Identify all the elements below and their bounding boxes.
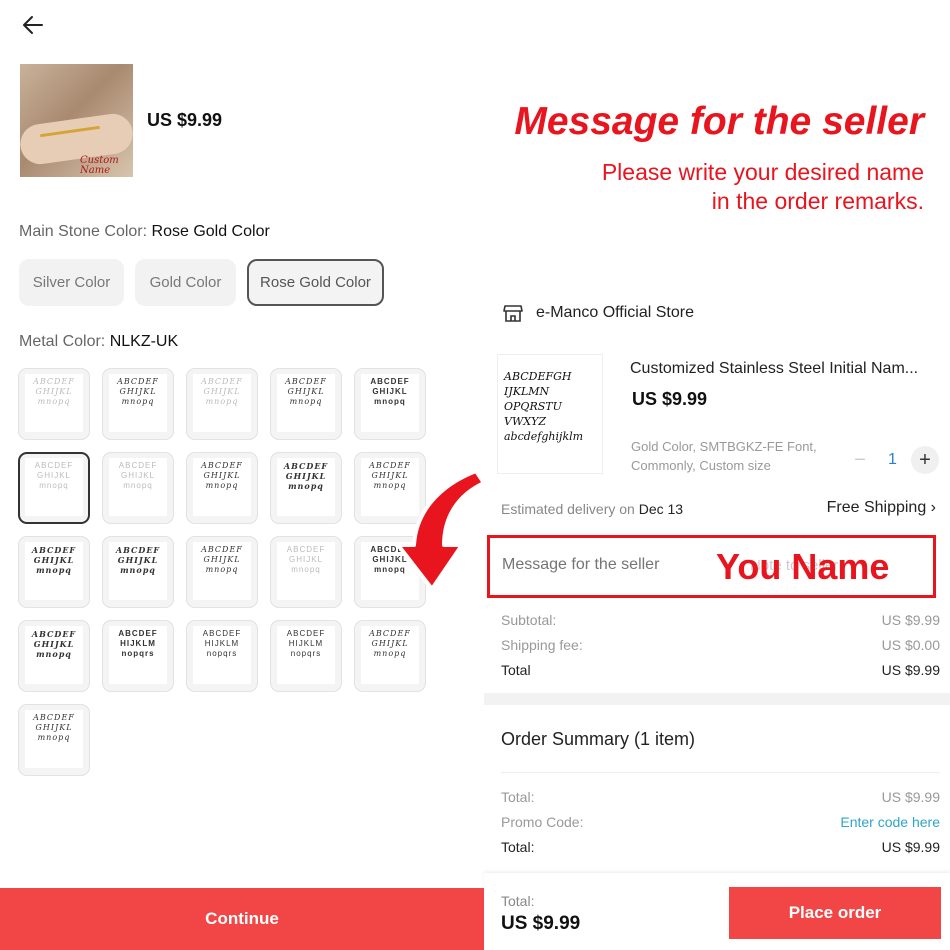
shipping-fee-value: US $0.00	[881, 637, 940, 653]
example-name-overlay: You Name	[716, 546, 890, 587]
decrement-button[interactable]: −	[846, 446, 874, 474]
shipping-label: Free Shipping	[826, 499, 927, 516]
delivery-estimate: Estimated delivery on Dec 13	[501, 501, 683, 517]
quantity-value: 1	[888, 451, 897, 468]
main-stone-label: Main Stone Color:	[19, 223, 148, 240]
delivery-prefix: Estimated delivery on	[501, 501, 635, 517]
summary-total2-value: US $9.99	[881, 839, 940, 855]
chevron-right-icon: ›	[930, 499, 936, 516]
place-order-button[interactable]: Place order	[729, 887, 941, 939]
bottom-total-value: US $9.99	[501, 913, 581, 934]
summary-total2-label: Total:	[501, 839, 535, 855]
seller-message-box: Note to seller You Name	[487, 535, 936, 598]
main-stone-label-row: Main Stone Color: Rose Gold Color	[19, 223, 270, 241]
font-swatch[interactable]: ABCDEF GHIJKL mnopq	[102, 536, 174, 608]
product-price: US $9.99	[632, 389, 708, 409]
order-summary-title: Order Summary (1 item)	[501, 729, 696, 749]
font-swatch[interactable]: ABCDEF GHIJKL mnopq	[18, 368, 90, 440]
total-label: Total	[501, 662, 531, 678]
metal-value: NLKZ-UK	[109, 333, 179, 350]
font-swatch[interactable]: ABCDEF HIJKLM nopqrs	[270, 620, 342, 692]
metal-label-row: Metal Color: NLKZ-UK	[19, 333, 178, 351]
back-arrow-icon[interactable]	[18, 10, 48, 40]
font-swatch[interactable]: ABCDEF GHIJKL mnopq	[270, 536, 342, 608]
summary-divider	[501, 772, 940, 773]
font-swatch[interactable]: ABCDEF HIJKLM nopqrs	[186, 620, 258, 692]
product-name[interactable]: Customized Stainless Steel Initial Nam..…	[630, 360, 946, 378]
font-swatch[interactable]: ABCDEF GHIJKL mnopq	[186, 536, 258, 608]
shipping-fee-label: Shipping fee:	[501, 637, 583, 653]
shipping-option[interactable]: Free Shipping ›	[827, 499, 936, 517]
banner-title: Message for the seller	[514, 100, 924, 143]
selected-price: US $9.99	[147, 110, 223, 130]
font-swatch[interactable]: ABCDEF GHIJKL mnopq	[354, 368, 426, 440]
store-row[interactable]: e-Manco Official Store	[502, 302, 694, 324]
bottom-total-label: Total:	[501, 893, 535, 909]
promo-code-link[interactable]: Enter code here	[840, 814, 940, 830]
banner-subtitle-line1: Please write your desired name	[601, 159, 924, 185]
font-swatch[interactable]: ABCDEF GHIJKL mnopq	[18, 536, 90, 608]
product-image[interactable]: ABCDEFGH IJKLMN OPQRSTU VWXYZ abcdefghij…	[498, 355, 602, 473]
store-icon	[503, 305, 523, 322]
stone-option-rose-gold[interactable]: Rose Gold Color	[247, 259, 384, 306]
stone-option-silver[interactable]: Silver Color	[19, 259, 124, 306]
product-thumbnail: Custom Name	[20, 64, 133, 177]
section-divider	[484, 693, 950, 705]
banner-subtitle: Please write your desired name in the or…	[602, 158, 924, 216]
subtotal-value: US $9.99	[881, 612, 940, 628]
checkout-bottom-bar: Total: US $9.99 Place order	[484, 873, 950, 950]
product-variant: Gold Color, SMTBGKZ-FE Font, Commonly, C…	[631, 439, 817, 473]
font-swatch[interactable]: ABCDEF GHIJKL mnopq	[18, 620, 90, 692]
delivery-date: Dec 13	[638, 501, 684, 517]
summary-total-value: US $9.99	[881, 789, 940, 805]
quantity-stepper: − 1 +	[846, 446, 939, 474]
total-value: US $9.99	[881, 662, 940, 678]
increment-button[interactable]: +	[910, 446, 939, 474]
thumbnail-caption: Custom Name	[80, 155, 119, 176]
stone-option-gold[interactable]: Gold Color	[135, 259, 236, 306]
font-swatch[interactable]: ABCDEF GHIJKL mnopq	[186, 452, 258, 524]
seller-message-input[interactable]	[502, 556, 702, 574]
font-swatch[interactable]: ABCDEF HIJKLM nopqrs	[102, 620, 174, 692]
banner-subtitle-line2: in the order remarks.	[711, 188, 924, 214]
font-swatch[interactable]: ABCDEF GHIJKL mnopq	[270, 368, 342, 440]
font-swatch[interactable]: ABCDEF GHIJKL mnopq	[102, 452, 174, 524]
font-swatch[interactable]: ABCDEF GHIJKL mnopq	[102, 368, 174, 440]
font-swatch[interactable]: ABCDEF GHIJKL mnopq	[354, 620, 426, 692]
font-swatch-selected[interactable]: ABCDEF GHIJKL mnopq	[18, 452, 90, 524]
font-swatch[interactable]: ABCDEF GHIJKL mnopq	[186, 368, 258, 440]
font-swatch[interactable]: ABCDEF GHIJKL mnopq	[270, 452, 342, 524]
metal-label: Metal Color:	[19, 333, 106, 350]
store-name: e-Manco Official Store	[536, 304, 694, 321]
font-swatch[interactable]: ABCDEF GHIJKL mnopq	[18, 704, 90, 776]
checkout-panel: Message for the seller Please write your…	[484, 0, 950, 950]
summary-total-label: Total:	[501, 789, 535, 805]
subtotal-label: Subtotal:	[501, 612, 557, 628]
continue-button[interactable]: Continue	[0, 888, 484, 950]
main-stone-value: Rose Gold Color	[151, 223, 270, 240]
pointer-arrow-icon	[396, 469, 486, 591]
promo-code-label: Promo Code:	[501, 814, 584, 830]
